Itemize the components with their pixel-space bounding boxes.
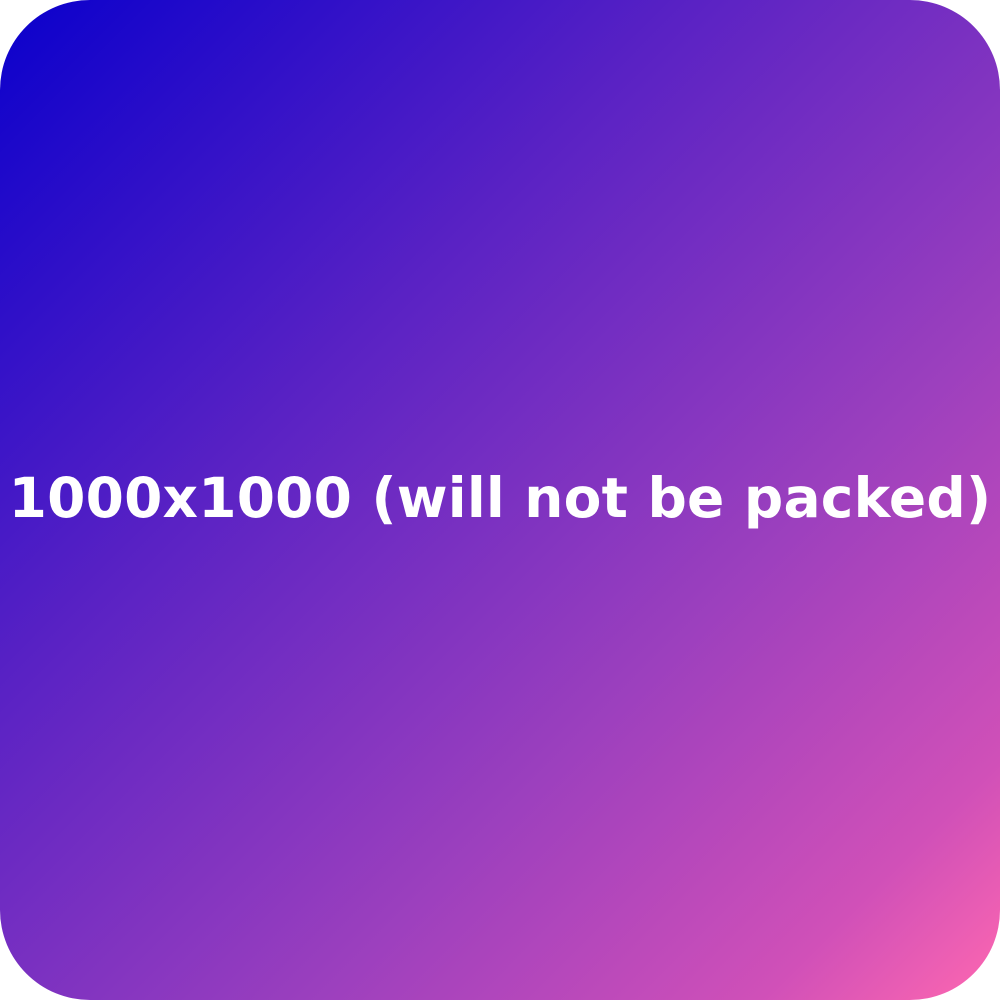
gradient-tile: 1000x1000 (will not be packed) <box>0 0 1000 1000</box>
dimension-caption: 1000x1000 (will not be packed) <box>8 466 992 530</box>
